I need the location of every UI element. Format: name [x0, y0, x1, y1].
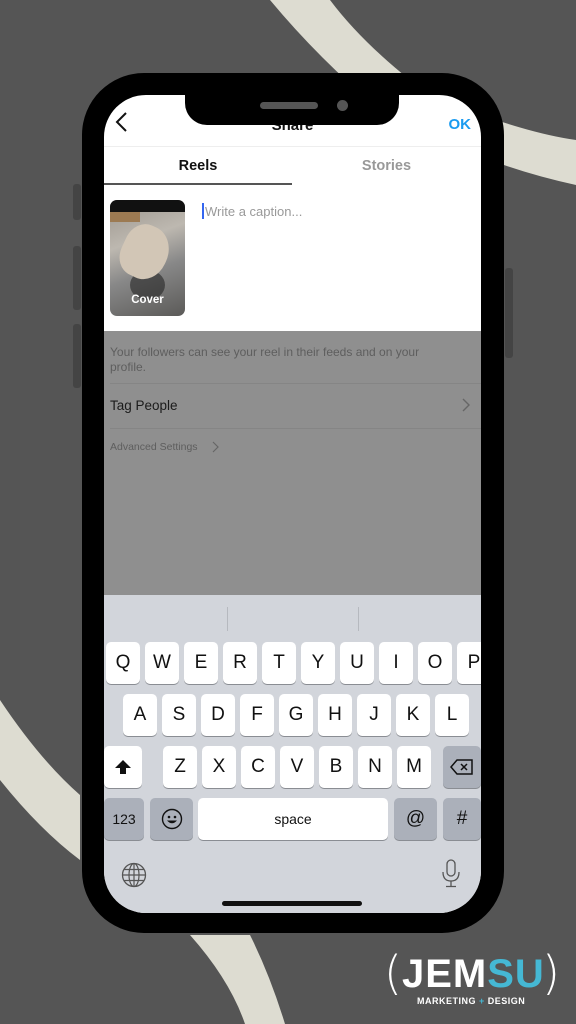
advanced-settings-label: Advanced Settings	[110, 441, 198, 453]
key-b[interactable]: B	[319, 746, 353, 788]
key-r[interactable]: R	[223, 642, 257, 684]
phone-screen: Share OK Reels Stories Cover Write a cap…	[104, 95, 481, 913]
jemsu-logo: ( JEMSU ) MARKETING + DESIGN	[384, 946, 560, 1010]
visibility-note: Your followers can see your reel in thei…	[110, 345, 420, 374]
hash-key[interactable]: #	[443, 798, 481, 840]
ok-button[interactable]: OK	[449, 116, 472, 133]
shift-key[interactable]	[104, 746, 142, 788]
home-indicator[interactable]	[222, 901, 362, 906]
tag-people-row[interactable]: Tag People	[110, 383, 481, 428]
key-t[interactable]: T	[262, 642, 296, 684]
key-s[interactable]: S	[162, 694, 196, 736]
key-c[interactable]: C	[241, 746, 275, 788]
logo-text-su: SU	[487, 952, 545, 996]
key-u[interactable]: U	[340, 642, 374, 684]
tagline-marketing: MARKETING	[417, 996, 476, 1006]
key-l[interactable]: L	[435, 694, 469, 736]
thumbnail-detail	[110, 212, 140, 222]
chevron-right-icon	[212, 441, 219, 453]
key-v[interactable]: V	[280, 746, 314, 788]
key-j[interactable]: J	[357, 694, 391, 736]
globe-icon[interactable]	[121, 862, 147, 888]
delete-key[interactable]	[443, 746, 481, 788]
tagline-plus: +	[479, 996, 485, 1006]
key-y[interactable]: Y	[301, 642, 335, 684]
numbers-key[interactable]: 123	[104, 798, 144, 840]
cover-thumbnail[interactable]: Cover	[110, 200, 185, 316]
backspace-icon	[450, 759, 473, 775]
space-key[interactable]: space	[198, 798, 388, 840]
key-g[interactable]: G	[279, 694, 313, 736]
logo-tagline: MARKETING + DESIGN	[417, 996, 525, 1006]
speaker-grille	[260, 102, 318, 109]
logo-wordmark: JEMSU	[402, 952, 545, 997]
key-n[interactable]: N	[358, 746, 392, 788]
phone-side-button	[73, 324, 81, 388]
logo-text-jem: JEM	[402, 952, 488, 996]
caption-input[interactable]: Write a caption...	[202, 203, 302, 219]
key-x[interactable]: X	[202, 746, 236, 788]
key-k[interactable]: K	[396, 694, 430, 736]
key-o[interactable]: O	[418, 642, 452, 684]
tab-bar: Reels Stories	[104, 147, 481, 185]
shift-arrow-icon	[115, 760, 131, 774]
cover-label: Cover	[131, 294, 164, 306]
predictive-bar	[104, 595, 481, 639]
key-i[interactable]: I	[379, 642, 413, 684]
caption-placeholder: Write a caption...	[205, 204, 303, 219]
chevron-right-icon	[462, 398, 470, 412]
divider	[358, 607, 359, 631]
tab-reels[interactable]: Reels	[104, 147, 292, 185]
key-e[interactable]: E	[184, 642, 218, 684]
compose-section: Cover Write a caption...	[104, 185, 481, 331]
key-d[interactable]: D	[201, 694, 235, 736]
text-cursor	[202, 203, 204, 219]
phone-side-button	[505, 268, 513, 358]
key-p[interactable]: P	[457, 642, 481, 684]
thumbnail-detail	[110, 200, 185, 212]
key-f[interactable]: F	[240, 694, 274, 736]
logo-paren-left: (	[384, 946, 402, 1000]
advanced-settings-row[interactable]: Advanced Settings	[110, 428, 481, 473]
key-h[interactable]: H	[318, 694, 352, 736]
tag-people-label: Tag People	[110, 398, 178, 413]
front-camera	[337, 100, 348, 111]
divider	[227, 607, 228, 631]
tab-stories[interactable]: Stories	[292, 147, 481, 185]
share-options: Your followers can see your reel in thei…	[104, 331, 481, 595]
microphone-icon[interactable]	[441, 859, 461, 889]
keyboard: QWERTYUIOP ASDFGHJKL ZXCVBNM 123 space @…	[104, 595, 481, 913]
phone-side-button	[73, 246, 81, 310]
key-w[interactable]: W	[145, 642, 179, 684]
at-key[interactable]: @	[394, 798, 437, 840]
tagline-design: DESIGN	[487, 996, 526, 1006]
emoji-icon	[161, 808, 182, 830]
key-z[interactable]: Z	[163, 746, 197, 788]
phone-notch	[185, 95, 399, 125]
emoji-key[interactable]	[150, 798, 193, 840]
logo-paren-right: )	[542, 946, 560, 1000]
thumbnail-detail	[112, 217, 178, 287]
phone-side-button	[73, 184, 81, 220]
key-m[interactable]: M	[397, 746, 431, 788]
key-a[interactable]: A	[123, 694, 157, 736]
key-q[interactable]: Q	[106, 642, 140, 684]
